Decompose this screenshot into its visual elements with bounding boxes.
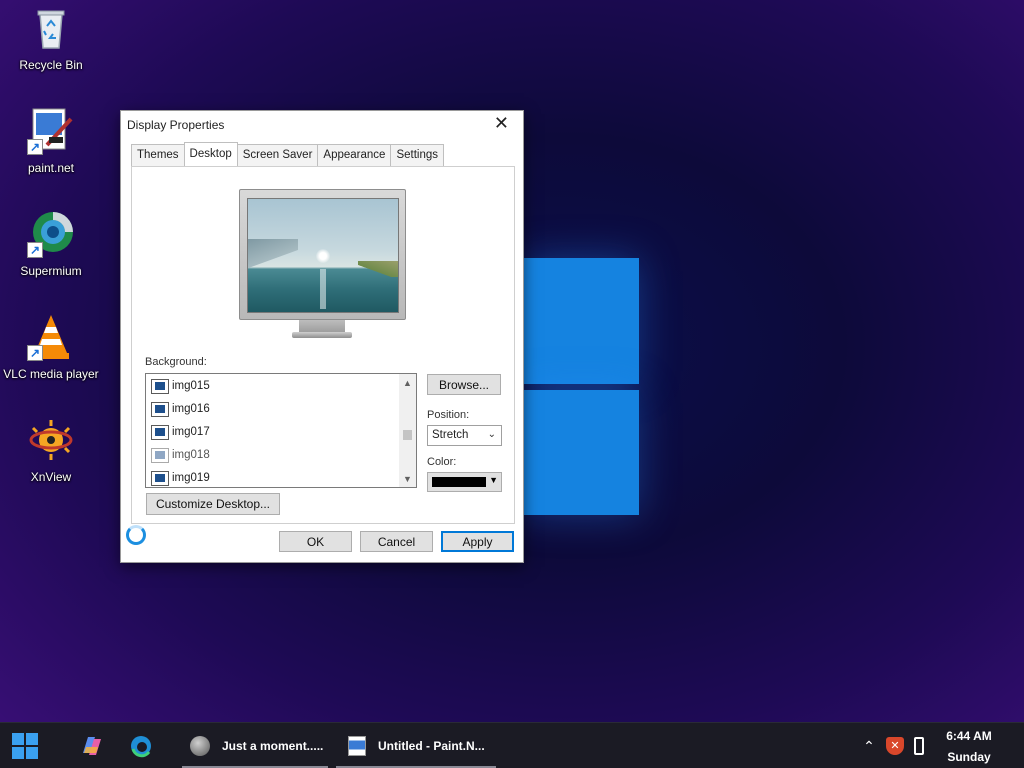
desktop-icon-xnview[interactable]: XnView: [0, 414, 102, 504]
desktop-icon-label: Supermium: [20, 264, 82, 278]
browse-button[interactable]: Browse...: [427, 374, 501, 395]
tab-settings[interactable]: Settings: [390, 144, 445, 166]
taskbar-clock[interactable]: 6:44 AM Sunday: [930, 726, 1008, 768]
desktop-icon-label: VLC media player: [3, 367, 99, 381]
clock-day: Sunday: [947, 750, 991, 764]
show-hidden-icons-chevron-icon[interactable]: ⌃: [858, 738, 880, 755]
tab-themes[interactable]: Themes: [131, 144, 185, 166]
list-item-label: img016: [172, 403, 210, 415]
tab-strip: Themes Desktop Screen Saver Appearance S…: [131, 142, 445, 166]
list-item-label: img017: [172, 426, 210, 438]
start-button[interactable]: [9, 730, 41, 762]
clock-time: 6:44 AM: [946, 729, 992, 743]
shortcut-arrow-icon: ↗: [27, 242, 43, 258]
desktop-icon-label: Recycle Bin: [19, 58, 83, 72]
copilot-icon[interactable]: [76, 730, 108, 762]
monitor-base: [292, 332, 352, 338]
browser-icon: [190, 736, 210, 756]
chevron-down-icon: ⌄: [487, 429, 496, 440]
list-item-label: img019: [172, 472, 210, 484]
color-label: Color:: [427, 456, 457, 468]
customize-desktop-button[interactable]: Customize Desktop...: [146, 493, 280, 515]
paintnet-icon: [348, 736, 366, 756]
list-item-label: img015: [172, 380, 210, 392]
desktop-icon-label: paint.net: [27, 161, 75, 175]
cancel-button[interactable]: Cancel: [360, 531, 433, 552]
usb-device-icon[interactable]: [914, 737, 924, 755]
image-file-icon: [151, 470, 169, 486]
supermium-icon: ↗: [27, 210, 75, 258]
taskbar: Just a moment..... Untitled - Paint.N...…: [0, 722, 1024, 768]
vlc-icon: ↗: [27, 313, 75, 361]
display-properties-dialog: Display Properties ✕ Themes Desktop Scre…: [120, 110, 524, 563]
image-file-icon: [151, 447, 169, 463]
list-item[interactable]: img016: [151, 399, 210, 419]
dropdown-arrow-icon: ▼: [489, 475, 498, 485]
scroll-down-icon[interactable]: ▼: [399, 470, 416, 487]
recycle-bin-icon: [27, 4, 75, 52]
task-label: Just a moment.....: [222, 739, 324, 753]
monitor-preview: [239, 189, 406, 320]
shortcut-arrow-icon: ↗: [27, 345, 43, 361]
background-label: Background:: [145, 356, 207, 368]
desktop-icon-recycle-bin[interactable]: Recycle Bin: [0, 2, 102, 92]
position-select[interactable]: Stretch ⌄: [427, 425, 502, 446]
monitor-stand: [299, 320, 345, 332]
wallpaper-preview: [247, 198, 399, 313]
listbox-scrollbar[interactable]: ▲ ▼: [399, 374, 416, 487]
list-item[interactable]: img015: [151, 376, 210, 396]
background-listbox[interactable]: img015 img016 img017 img018 img019 ▲ ▼: [145, 373, 417, 488]
system-tray: ⌃ ✕: [858, 723, 924, 768]
desktop-icon-label: XnView: [30, 470, 72, 484]
close-icon[interactable]: ✕: [494, 113, 509, 134]
task-label: Untitled - Paint.N...: [378, 739, 485, 753]
windows-start-icon: [12, 733, 38, 759]
desktop-tab-panel: Background: img015 img016 img017 img018 …: [131, 166, 515, 524]
list-item-label: img018: [172, 449, 210, 461]
position-label: Position:: [427, 409, 470, 421]
shortcut-arrow-icon: ↗: [27, 139, 43, 155]
tab-screen-saver[interactable]: Screen Saver: [236, 144, 319, 166]
windows-logo-pane: [524, 258, 639, 384]
image-file-icon: [151, 424, 169, 440]
xnview-icon: [27, 416, 75, 464]
taskbar-task-browser[interactable]: Just a moment.....: [182, 723, 328, 768]
windows-logo-pane: [524, 390, 639, 515]
color-picker-button[interactable]: ▼: [427, 472, 502, 492]
tab-desktop[interactable]: Desktop: [183, 142, 238, 166]
color-swatch: [432, 477, 486, 487]
paintnet-icon: ↗: [27, 107, 75, 155]
dialog-title: Display Properties: [127, 118, 225, 132]
desktop-icon-supermium[interactable]: ↗ Supermium: [0, 208, 102, 298]
position-value: Stretch: [432, 429, 469, 441]
taskbar-task-paintnet[interactable]: Untitled - Paint.N...: [336, 723, 496, 768]
apply-button[interactable]: Apply: [441, 531, 514, 552]
desktop-icon-paintnet[interactable]: ↗ paint.net: [0, 105, 102, 195]
tab-appearance[interactable]: Appearance: [317, 144, 392, 166]
image-file-icon: [151, 378, 169, 394]
security-shield-icon[interactable]: ✕: [886, 737, 904, 755]
list-item[interactable]: img019: [151, 468, 210, 487]
loading-spinner-icon: [126, 525, 146, 545]
image-file-icon: [151, 401, 169, 417]
ok-button[interactable]: OK: [279, 531, 352, 552]
scrollbar-thumb[interactable]: [403, 430, 412, 440]
list-item[interactable]: img017: [151, 422, 210, 442]
list-item-selected[interactable]: img018: [151, 445, 210, 465]
desktop-icon-vlc[interactable]: ↗ VLC media player: [0, 311, 102, 401]
edge-icon[interactable]: [125, 730, 157, 762]
scroll-up-icon[interactable]: ▲: [399, 374, 416, 391]
